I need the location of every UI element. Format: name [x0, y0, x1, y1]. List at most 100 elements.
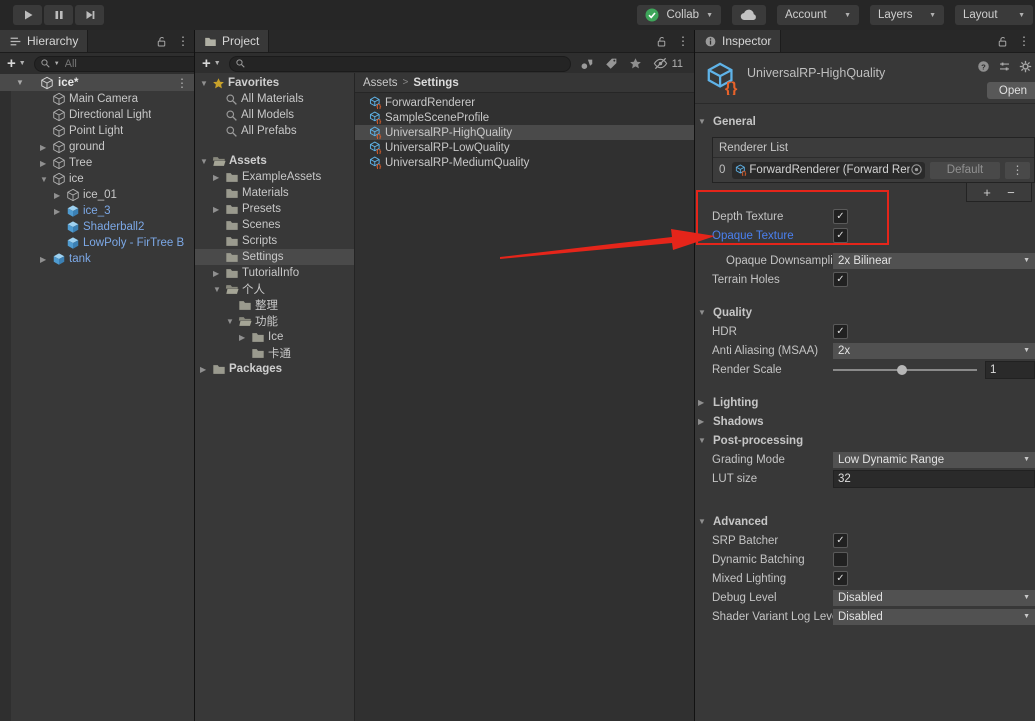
project-tree-item-all-prefabs[interactable]: All Prefabs: [195, 123, 354, 139]
dropdown-anti-aliasing-msaa[interactable]: 2x▼: [833, 343, 1035, 359]
create-button[interactable]: + ▼: [4, 56, 29, 71]
project-tree-item-materials[interactable]: Materials: [195, 185, 354, 201]
section-general[interactable]: ▼General: [695, 112, 1035, 131]
tab-project[interactable]: Project: [195, 30, 269, 52]
pause-button[interactable]: [44, 5, 73, 25]
foldout-closed-icon[interactable]: ▶: [54, 191, 66, 200]
help-icon[interactable]: ?: [977, 60, 990, 73]
scene-row[interactable]: ▼ ice* ⋮: [0, 74, 194, 91]
hierarchy-item-ice-3[interactable]: ▶ice_3: [0, 203, 194, 219]
breadcrumb-current[interactable]: Settings: [413, 77, 458, 89]
hierarchy-item-point-light[interactable]: Point Light: [0, 123, 194, 139]
checkbox-hdr[interactable]: ✓: [833, 324, 848, 339]
foldout-closed-icon[interactable]: ▶: [200, 365, 212, 374]
project-tree-item-个人[interactable]: ▼个人: [195, 281, 354, 297]
collab-button[interactable]: Collab ▼: [637, 5, 721, 25]
project-tree-item-整理[interactable]: 整理: [195, 297, 354, 313]
project-tree-item-assets[interactable]: ▼Assets: [195, 153, 354, 169]
checkbox-depth-texture[interactable]: ✓: [833, 209, 848, 224]
slider-handle[interactable]: [897, 365, 907, 375]
project-tree-item-settings[interactable]: Settings: [195, 249, 354, 265]
hierarchy-item-lowpoly-firtree-b[interactable]: LowPoly - FirTree B: [0, 235, 194, 251]
checkbox-dynamic-batching[interactable]: [833, 552, 848, 567]
dropdown-debug-level[interactable]: Disabled▼: [833, 590, 1035, 606]
foldout-open-icon[interactable]: ▼: [200, 157, 212, 166]
project-tree-item-packages[interactable]: ▶Packages: [195, 361, 354, 377]
section-lighting[interactable]: ▶Lighting: [695, 393, 1035, 412]
project-search[interactable]: [229, 56, 571, 72]
foldout-open-icon[interactable]: ▼: [40, 175, 52, 184]
project-tree-item-tutorialinfo[interactable]: ▶TutorialInfo: [195, 265, 354, 281]
lock-icon[interactable]: [155, 35, 168, 48]
foldout-closed-icon[interactable]: ▶: [698, 398, 709, 407]
dropdown-shader-variant-log-level[interactable]: Disabled▼: [833, 609, 1035, 625]
project-search-input[interactable]: [249, 57, 565, 71]
foldout-open-icon[interactable]: ▼: [698, 436, 709, 445]
account-dropdown[interactable]: Account ▼: [777, 5, 859, 25]
section-post-processing[interactable]: ▼Post-processing: [695, 431, 1035, 450]
kebab-menu-icon[interactable]: ⋮: [176, 77, 188, 89]
gear-icon[interactable]: [1019, 60, 1032, 73]
hierarchy-item-tree[interactable]: ▶Tree: [0, 155, 194, 171]
section-advanced[interactable]: ▼Advanced: [695, 512, 1035, 531]
section-quality[interactable]: ▼Quality: [695, 303, 1035, 322]
kebab-menu-icon[interactable]: ⋮: [177, 35, 189, 47]
object-picker-icon[interactable]: [910, 163, 923, 176]
file-item-forwardrenderer[interactable]: {}ForwardRenderer: [355, 95, 694, 110]
project-tree-item-卡通[interactable]: 卡通: [195, 345, 354, 361]
slider-track[interactable]: [833, 369, 977, 371]
create-button[interactable]: + ▼: [199, 56, 224, 71]
file-item-universalrp-mediumquality[interactable]: {}UniversalRP-MediumQuality: [355, 155, 694, 170]
hierarchy-search[interactable]: ▼: [34, 56, 195, 72]
add-element-button[interactable]: +: [983, 186, 991, 199]
project-tree-item-exampleassets[interactable]: ▶ExampleAssets: [195, 169, 354, 185]
tab-inspector[interactable]: Inspector: [695, 30, 781, 52]
foldout-closed-icon[interactable]: ▶: [213, 173, 225, 182]
search-by-label-icon[interactable]: [605, 57, 618, 70]
foldout-open-icon[interactable]: ▼: [226, 317, 238, 326]
hierarchy-item-directional-light[interactable]: Directional Light: [0, 107, 194, 123]
input-lut-size[interactable]: 32: [833, 470, 1035, 488]
lock-icon[interactable]: [655, 35, 668, 48]
file-item-samplesceneprofile[interactable]: {}SampleSceneProfile: [355, 110, 694, 125]
foldout-open-icon[interactable]: ▼: [200, 79, 212, 88]
open-button[interactable]: Open: [987, 82, 1035, 99]
hidden-items-eye-icon[interactable]: [653, 56, 668, 71]
foldout-open-icon[interactable]: ▼: [698, 308, 709, 317]
play-button[interactable]: [13, 5, 42, 25]
tab-hierarchy[interactable]: Hierarchy: [0, 30, 88, 52]
hierarchy-item-shaderball2[interactable]: Shaderball2: [0, 219, 194, 235]
project-tree-item-ice[interactable]: ▶Ice: [195, 329, 354, 345]
layers-dropdown[interactable]: Layers ▼: [870, 5, 944, 25]
project-tree-item-功能[interactable]: ▼功能: [195, 313, 354, 329]
lock-icon[interactable]: [996, 35, 1009, 48]
foldout-closed-icon[interactable]: ▶: [698, 417, 709, 426]
foldout-closed-icon[interactable]: ▶: [213, 269, 225, 278]
project-tree-item-all-materials[interactable]: All Materials: [195, 91, 354, 107]
hierarchy-item-tank[interactable]: ▶tank: [0, 251, 194, 267]
foldout-open-icon[interactable]: ▼: [698, 517, 709, 526]
foldout-closed-icon[interactable]: ▶: [40, 159, 52, 168]
foldout-closed-icon[interactable]: ▶: [213, 205, 225, 214]
breadcrumb-root[interactable]: Assets: [363, 77, 398, 89]
checkbox-opaque-texture[interactable]: ✓: [833, 228, 848, 243]
foldout-closed-icon[interactable]: ▶: [40, 255, 52, 264]
checkbox-srp-batcher[interactable]: ✓: [833, 533, 848, 548]
cloud-button[interactable]: [732, 5, 766, 25]
foldout-open-icon[interactable]: ▼: [213, 285, 225, 294]
checkbox-terrain-holes[interactable]: ✓: [833, 272, 848, 287]
foldout-closed-icon[interactable]: ▶: [40, 143, 52, 152]
step-button[interactable]: [75, 5, 104, 25]
search-by-type-icon[interactable]: [580, 57, 594, 71]
slider-value-field[interactable]: 1: [985, 361, 1035, 379]
project-tree-item-all-models[interactable]: All Models: [195, 107, 354, 123]
hierarchy-item-main-camera[interactable]: Main Camera: [0, 91, 194, 107]
renderer-object-field[interactable]: {}ForwardRenderer (Forward Renderer Data…: [732, 162, 925, 179]
kebab-menu-icon[interactable]: ⋮: [1018, 35, 1030, 47]
project-tree-item-scripts[interactable]: Scripts: [195, 233, 354, 249]
favorites-star-icon[interactable]: [629, 57, 642, 70]
dropdown-opaque-downsampling[interactable]: 2x Bilinear▼: [833, 253, 1035, 269]
layout-dropdown[interactable]: Layout ▼: [955, 5, 1033, 25]
hierarchy-search-input[interactable]: [63, 57, 195, 71]
project-tree-item-presets[interactable]: ▶Presets: [195, 201, 354, 217]
